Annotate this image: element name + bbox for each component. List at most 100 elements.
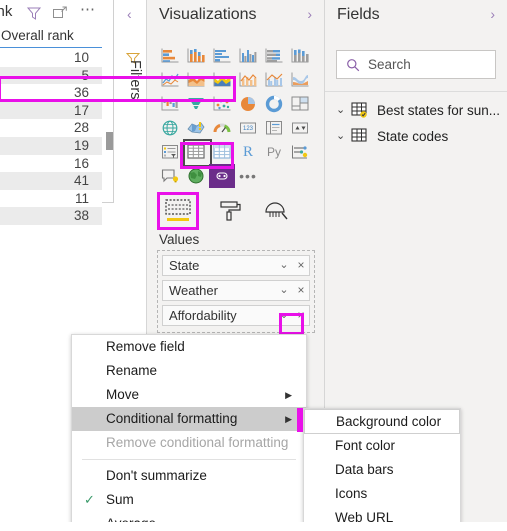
values-well-item[interactable]: Weather ⌄ × (162, 280, 310, 301)
submenu-item[interactable]: Data bars (304, 458, 460, 482)
focus-mode-icon[interactable] (52, 5, 68, 21)
fields-tab[interactable] (159, 194, 197, 228)
values-well-field-name: State (169, 258, 200, 273)
line-clustered-column-chart-icon[interactable] (261, 68, 287, 92)
table-row[interactable]: 28 (0, 119, 102, 137)
table-visual[interactable]: ank ⋯ Overall rank 1053617281916411138 (0, 0, 114, 225)
format-paintbrush-tab[interactable] (211, 194, 249, 228)
100-stacked-bar-chart-icon[interactable] (261, 44, 287, 68)
filter-icon[interactable] (26, 5, 42, 21)
ribbon-chart-icon[interactable] (287, 68, 313, 92)
more-options-icon[interactable]: ⋯ (80, 2, 96, 21)
slicer-icon[interactable] (157, 140, 183, 164)
fields-well-icon (165, 199, 191, 221)
check-icon: ✓ (84, 492, 95, 507)
values-field-wells: State ⌄ × Weather ⌄ × Affordability ⌄ × (157, 250, 315, 333)
field-table-item-0[interactable]: ⌄ Best states for sun... (325, 98, 507, 122)
gauge-icon[interactable] (209, 116, 235, 140)
table-row[interactable]: 5 (0, 66, 102, 85)
svg-text:123: 123 (243, 126, 254, 132)
treemap-icon[interactable] (287, 92, 313, 116)
pie-chart-icon[interactable] (235, 92, 261, 116)
table-row[interactable]: 11 (0, 189, 102, 208)
kpi-icon[interactable] (287, 116, 313, 140)
fields-search-box[interactable]: Search (336, 50, 496, 79)
context-menu-item[interactable]: Conditional formatting ▶ (72, 407, 306, 431)
expand-chevron-icon[interactable]: ⌄ (336, 104, 349, 116)
submenu-item[interactable]: Font color (304, 434, 460, 458)
context-menu-item[interactable]: Remove field (72, 335, 306, 359)
field-table-label: Best states for sun... (377, 102, 501, 118)
format-pane-tabs (157, 192, 317, 230)
context-menu-item[interactable]: Rename (72, 359, 306, 383)
table-row[interactable]: 16 (0, 154, 102, 173)
values-well-dropdown-icon[interactable]: ⌄ (275, 260, 293, 271)
donut-chart-icon[interactable] (261, 92, 287, 116)
card-icon[interactable]: 123 (235, 116, 261, 140)
funnel-chart-icon[interactable] (183, 92, 209, 116)
paginated-report-icon[interactable] (209, 164, 235, 188)
context-menu-item: Remove conditional formatting (106, 435, 289, 450)
table-scrollbar-thumb[interactable] (106, 132, 113, 150)
matrix-icon[interactable] (209, 140, 235, 164)
area-chart-icon[interactable] (183, 68, 209, 92)
values-well-dropdown-icon[interactable]: ⌄ (275, 310, 293, 321)
values-well-item[interactable]: State ⌄ × (162, 255, 310, 276)
submenu-item[interactable]: Background color (304, 409, 460, 434)
values-well-remove-icon[interactable]: × (293, 284, 309, 296)
conditional-formatting-submenu: Background color Font color Data bars Icons… (303, 408, 461, 531)
expand-chevron-icon[interactable]: ⌄ (336, 130, 349, 142)
table-row[interactable]: 10 (0, 49, 102, 67)
table-icon[interactable] (183, 139, 212, 167)
arcgis-map-icon[interactable] (183, 164, 209, 188)
more-visuals-icon[interactable]: ••• (235, 164, 261, 188)
context-menu-item[interactable]: Sum ✓ (72, 488, 306, 512)
values-well-item[interactable]: Affordability ⌄ × (162, 305, 310, 326)
table-row[interactable]: 38 (0, 207, 102, 225)
context-menu-separator (82, 459, 296, 460)
stacked-column-chart-icon[interactable] (183, 44, 209, 68)
analytics-tab[interactable] (257, 194, 295, 228)
visual-header: ank ⋯ (0, 0, 113, 26)
values-well-dropdown-icon[interactable]: ⌄ (275, 285, 293, 296)
filters-collapse-chevron-icon[interactable]: ‹ (127, 7, 132, 21)
values-well-remove-icon[interactable]: × (293, 309, 309, 321)
analytics-magnifier-icon (265, 202, 288, 220)
submenu-arrow-icon: ▶ (285, 390, 292, 400)
fields-search-placeholder: Search (368, 57, 411, 72)
r-script-visual-icon[interactable]: R (235, 140, 261, 164)
visualizations-collapse-chevron-icon[interactable]: › (307, 7, 312, 21)
stacked-area-chart-icon[interactable] (209, 68, 235, 92)
paint-roller-icon (220, 201, 241, 221)
field-context-menu: Remove field Rename Move ▶ Conditional forma… (71, 334, 307, 531)
values-well-remove-icon[interactable]: × (293, 259, 309, 271)
q-and-a-icon[interactable] (157, 164, 183, 188)
field-table-item-1[interactable]: ⌄ State codes (325, 124, 507, 148)
table-row[interactable]: 17 (0, 101, 102, 120)
visualization-type-grid: 123 R Py ••• (157, 44, 315, 188)
table-column-header: Overall rank (0, 26, 102, 48)
clustered-column-chart-icon[interactable] (235, 44, 261, 68)
table-rows: 10 5 36 17 28 19 16 41 11 38 (0, 49, 102, 225)
table-row[interactable]: 41 (0, 172, 102, 190)
fields-collapse-chevron-icon[interactable]: › (490, 7, 495, 21)
stacked-bar-chart-icon[interactable] (157, 44, 183, 68)
clustered-bar-chart-icon[interactable] (209, 44, 235, 68)
submenu-arrow-icon: ▶ (285, 414, 292, 424)
map-icon[interactable] (157, 116, 183, 140)
line-stacked-column-chart-icon[interactable] (235, 68, 261, 92)
key-influencers-icon[interactable] (287, 140, 313, 164)
table-row[interactable]: 19 (0, 136, 102, 155)
scatter-chart-icon[interactable] (209, 92, 235, 116)
submenu-item[interactable]: Icons (304, 482, 460, 506)
multi-row-card-icon[interactable] (261, 116, 287, 140)
table-row[interactable]: 36 (0, 84, 102, 102)
power-bi-report-editor: ank ⋯ Overall rank 1053617281916411138 ‹… (0, 0, 507, 531)
python-visual-icon[interactable]: Py (261, 140, 287, 164)
waterfall-chart-icon[interactable] (157, 92, 183, 116)
filled-map-icon[interactable] (183, 116, 209, 140)
context-menu-item[interactable]: Move ▶ (72, 383, 306, 407)
line-chart-icon[interactable] (157, 68, 183, 92)
context-menu-item[interactable]: Don't summarize (72, 464, 306, 488)
100-stacked-column-chart-icon[interactable] (287, 44, 313, 68)
